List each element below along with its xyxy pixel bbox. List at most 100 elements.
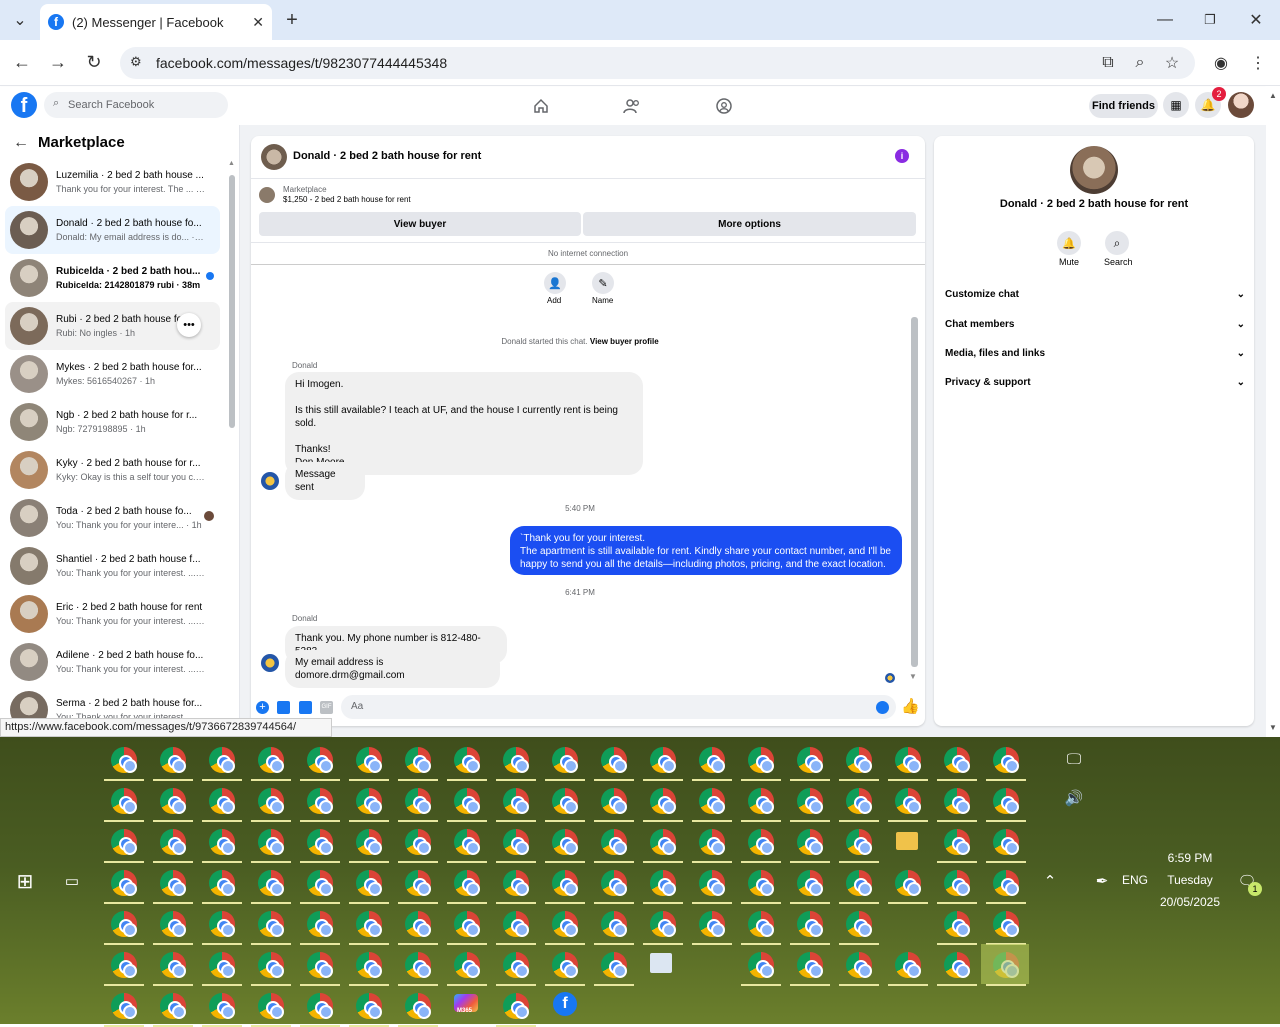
gif-icon[interactable]: GIF — [320, 701, 333, 714]
forward-icon[interactable]: → — [48, 52, 68, 72]
chrome-shortcut-icon[interactable] — [888, 948, 928, 986]
chrome-shortcut-icon[interactable] — [741, 948, 781, 986]
chrome-shortcut-icon[interactable] — [153, 743, 193, 781]
chrome-shortcut-icon[interactable] — [349, 989, 389, 1027]
conversation-item[interactable]: Shantiel · 2 bed 2 bath house f... You: T… — [5, 542, 220, 590]
listing-title[interactable]: $1,250 - 2 bed 2 bath house for rent — [283, 195, 411, 204]
chrome-shortcut-icon[interactable] — [202, 907, 242, 945]
home-icon[interactable] — [531, 96, 551, 116]
chrome-shortcut-icon[interactable] — [300, 948, 340, 986]
chrome-shortcut-icon[interactable] — [300, 743, 340, 781]
conversation-avatar[interactable] — [1070, 146, 1118, 194]
message-bubble[interactable]: Hi Imogen. Is this still available? I te… — [285, 372, 643, 475]
chrome-shortcut-icon[interactable] — [496, 907, 536, 945]
chrome-shortcut-icon[interactable] — [300, 784, 340, 822]
chrome-shortcut-icon[interactable] — [251, 989, 291, 1027]
chrome-shortcut-icon[interactable] — [692, 743, 732, 781]
reload-icon[interactable]: ↻ — [84, 52, 104, 72]
find-friends-button[interactable]: Find friends — [1089, 94, 1158, 118]
conversation-item[interactable]: Rubicelda · 2 bed 2 bath hou... Rubicelda… — [5, 254, 220, 302]
chrome-shortcut-icon[interactable] — [398, 825, 438, 863]
minimize-button[interactable]: — — [1155, 8, 1175, 32]
chrome-shortcut-icon[interactable] — [839, 866, 879, 904]
add-attachment-icon[interactable]: + — [256, 701, 269, 714]
message-input[interactable]: Aa — [341, 695, 896, 719]
chrome-shortcut-icon[interactable] — [104, 989, 144, 1027]
chrome-shortcut-icon[interactable] — [349, 948, 389, 986]
chrome-shortcut-icon[interactable] — [937, 743, 977, 781]
chrome-shortcut-icon[interactable] — [153, 784, 193, 822]
site-info-icon[interactable]: ⚙ — [130, 54, 142, 70]
chrome-shortcut-icon[interactable] — [398, 989, 438, 1027]
message-bubble[interactable]: Message sent — [285, 462, 365, 500]
like-thumbs-up-icon[interactable]: 👍 — [901, 697, 920, 715]
sender-avatar[interactable] — [261, 472, 279, 490]
chrome-shortcut-icon[interactable] — [251, 784, 291, 822]
chrome-shortcut-icon[interactable] — [986, 784, 1026, 822]
chrome-shortcut-icon[interactable] — [251, 948, 291, 986]
chrome-shortcut-icon[interactable] — [594, 784, 634, 822]
chrome-shortcut-icon[interactable] — [594, 743, 634, 781]
chrome-shortcut-icon[interactable] — [496, 743, 536, 781]
chrome-shortcut-icon[interactable] — [349, 825, 389, 863]
clock-date[interactable]: 20/05/2025 — [1150, 895, 1230, 909]
chrome-shortcut-icon[interactable] — [496, 989, 536, 1027]
chrome-shortcut-icon[interactable] — [937, 866, 977, 904]
chrome-shortcut-icon[interactable] — [692, 825, 732, 863]
file-explorer-icon[interactable] — [896, 832, 918, 850]
apps-grid-icon[interactable]: ▦ — [1163, 92, 1189, 118]
chrome-shortcut-icon[interactable] — [251, 743, 291, 781]
chrome-shortcut-icon[interactable] — [202, 784, 242, 822]
chrome-shortcut-icon[interactable] — [888, 784, 928, 822]
customize-chat-section[interactable]: Customize chat ⌄ — [945, 289, 1245, 300]
chrome-shortcut-icon[interactable] — [594, 866, 634, 904]
chrome-shortcut-icon[interactable] — [741, 866, 781, 904]
chrome-shortcut-icon[interactable] — [986, 866, 1026, 904]
control-panel-icon[interactable] — [650, 953, 672, 973]
chrome-shortcut-icon[interactable] — [545, 907, 585, 945]
back-icon[interactable]: ← — [12, 52, 32, 72]
sender-avatar[interactable] — [261, 654, 279, 672]
chrome-shortcut-icon[interactable] — [104, 866, 144, 904]
sent-message-bubble[interactable]: `Thank you for your interest. The apartm… — [510, 526, 902, 575]
chrome-shortcut-icon[interactable] — [104, 743, 144, 781]
chrome-shortcut-icon[interactable] — [741, 784, 781, 822]
conversation-item[interactable]: Ngb · 2 bed 2 bath house for r... Ngb: 72… — [5, 398, 220, 446]
chrome-shortcut-icon[interactable] — [349, 907, 389, 945]
mute-bell-icon[interactable]: 🔔 — [1057, 231, 1081, 255]
chrome-shortcut-icon[interactable] — [447, 825, 487, 863]
chrome-shortcut-icon[interactable] — [839, 948, 879, 986]
conversation-item[interactable]: Kyky · 2 bed 2 bath house for r... Kyky: … — [5, 446, 220, 494]
privacy-support-section[interactable]: Privacy & support ⌄ — [945, 377, 1245, 388]
sticker-icon[interactable] — [299, 701, 312, 714]
chrome-shortcut-icon[interactable] — [937, 948, 977, 986]
show-hidden-icons-chevron-icon[interactable]: ⌃ — [1040, 871, 1060, 891]
chrome-shortcut-icon[interactable] — [594, 825, 634, 863]
chrome-shortcut-icon[interactable] — [839, 743, 879, 781]
chat-scrollbar[interactable] — [911, 317, 918, 667]
chrome-shortcut-icon[interactable] — [202, 825, 242, 863]
chrome-shortcut-icon[interactable] — [251, 866, 291, 904]
search-icon[interactable]: ⌕ — [1105, 231, 1129, 255]
account-avatar[interactable] — [1228, 92, 1254, 118]
windows-start-icon[interactable]: ⊞ — [14, 870, 36, 893]
chrome-shortcut-icon[interactable] — [937, 825, 977, 863]
chrome-shortcut-icon[interactable] — [496, 825, 536, 863]
tab-close-icon[interactable]: ✕ — [252, 14, 264, 31]
chrome-shortcut-icon[interactable] — [300, 989, 340, 1027]
chrome-shortcut-icon[interactable] — [986, 825, 1026, 863]
browser-tab[interactable]: f (2) Messenger | Facebook ✕ — [40, 4, 272, 40]
chrome-shortcut-icon[interactable] — [202, 743, 242, 781]
chrome-shortcut-icon[interactable] — [104, 825, 144, 863]
add-person-icon[interactable]: 👤 — [544, 272, 566, 294]
profile-icon[interactable]: ◉ — [1211, 53, 1231, 73]
chrome-shortcut-icon[interactable] — [300, 866, 340, 904]
chrome-shortcut-icon[interactable] — [496, 784, 536, 822]
chrome-shortcut-icon[interactable] — [888, 743, 928, 781]
chrome-shortcut-icon[interactable] — [398, 743, 438, 781]
photo-icon[interactable] — [277, 701, 290, 714]
chrome-shortcut-icon[interactable] — [692, 866, 732, 904]
chrome-shortcut-icon[interactable] — [937, 907, 977, 945]
chrome-shortcut-icon[interactable] — [643, 907, 683, 945]
chrome-shortcut-icon[interactable] — [202, 989, 242, 1027]
